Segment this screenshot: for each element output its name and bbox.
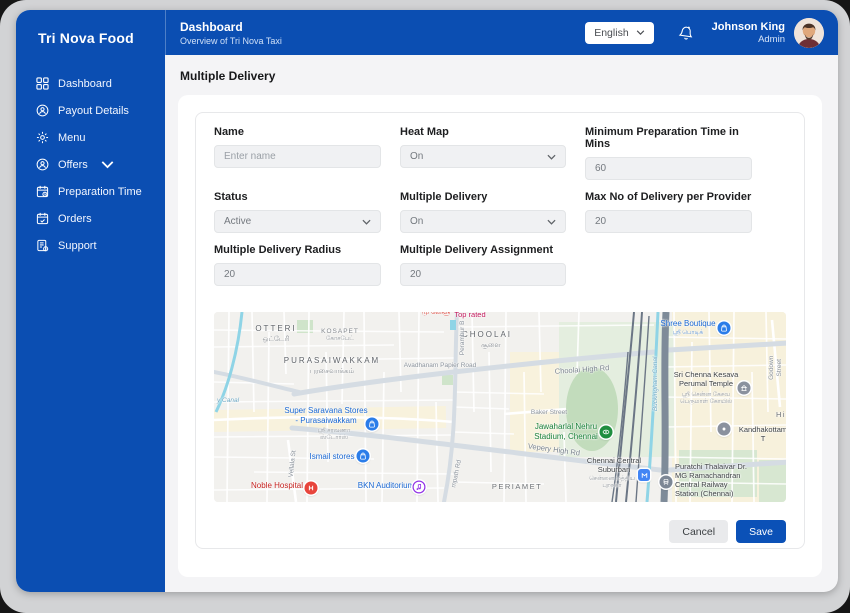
sidebar-item-orders[interactable]: Orders: [16, 205, 165, 232]
form-actions: Cancel Save: [214, 520, 786, 543]
sidebar-item-preparation-time[interactable]: Preparation Time: [16, 178, 165, 205]
poi-dot-icon[interactable]: [717, 422, 731, 436]
max-delivery-label: Max No of Delivery per Provider: [585, 191, 752, 203]
avatar-image: [794, 17, 824, 48]
chevron-down-icon: [362, 219, 371, 225]
metro-icon[interactable]: [638, 469, 650, 481]
language-label: English: [594, 26, 629, 39]
name-label: Name: [214, 126, 244, 138]
music-note-icon[interactable]: [412, 480, 426, 494]
dashboard-icon: [36, 77, 49, 90]
sidebar-item-payout-details[interactable]: Payout Details: [16, 97, 165, 124]
stadium-icon[interactable]: [599, 425, 613, 439]
sidebar-item-support[interactable]: Support: [16, 232, 165, 259]
window-frame: Tri Nova Food Dashboard Payout Details M…: [0, 0, 850, 613]
delivery-assignment-input[interactable]: [400, 263, 566, 286]
top-header: Dashboard Overview of Tri Nova Taxi Engl…: [165, 10, 838, 55]
train-icon[interactable]: [659, 475, 673, 489]
offers-icon: [36, 158, 49, 171]
delivery-radius-label: Multiple Delivery Radius: [214, 244, 342, 256]
user-role: Admin: [758, 33, 785, 45]
content-card: Name Heat Map On Min: [178, 95, 822, 577]
sidebar-item-label: Offers: [58, 158, 88, 171]
max-delivery-input[interactable]: [585, 210, 752, 233]
status-label: Status: [214, 191, 248, 203]
header-titles: Dashboard Overview of Tri Nova Taxi: [180, 20, 282, 46]
chevron-down-icon: [636, 30, 644, 35]
heat-map-label: Heat Map: [400, 126, 449, 138]
preparation-time-icon: [36, 185, 49, 198]
brand-title: Tri Nova Food: [38, 30, 134, 46]
status-select[interactable]: Active: [214, 210, 381, 233]
shopping-bag-icon[interactable]: [365, 417, 379, 431]
avatar[interactable]: [794, 17, 824, 48]
bell-icon: [678, 26, 692, 40]
multiple-delivery-label: Multiple Delivery: [400, 191, 488, 203]
sidebar-item-offers[interactable]: Offers: [16, 151, 165, 178]
support-icon: [37, 239, 49, 252]
save-button[interactable]: Save: [736, 520, 786, 543]
temple-icon[interactable]: [737, 381, 751, 395]
chevron-down-icon: [101, 161, 114, 169]
orders-icon: [36, 212, 49, 225]
cancel-button[interactable]: Cancel: [669, 520, 729, 543]
heat-map-select[interactable]: On: [400, 145, 566, 168]
min-prep-time-input[interactable]: [585, 157, 752, 180]
shopping-bag-icon[interactable]: [356, 449, 370, 463]
multiple-delivery-select[interactable]: On: [400, 210, 566, 233]
form-panel: Name Heat Map On Min: [195, 112, 805, 549]
map-base: [214, 312, 786, 502]
app-window: Tri Nova Food Dashboard Payout Details M…: [16, 10, 838, 592]
sidebar-item-label: Menu: [58, 131, 86, 144]
sidebar-item-label: Dashboard: [58, 77, 112, 90]
sidebar-item-label: Support: [58, 239, 97, 252]
sidebar: Tri Nova Food Dashboard Payout Details M…: [16, 10, 165, 592]
sidebar-item-menu[interactable]: Menu: [16, 124, 165, 151]
min-prep-time-label: Minimum Preparation Time in Mins: [585, 126, 739, 150]
language-selector[interactable]: English: [585, 21, 654, 44]
heat-map-value: On: [410, 151, 424, 162]
payout-details-icon: [36, 104, 49, 117]
main-area: Dashboard Overview of Tri Nova Taxi Engl…: [165, 10, 838, 592]
chevron-down-icon: [547, 154, 556, 160]
sidebar-item-label: Payout Details: [58, 104, 129, 117]
content-area: Multiple Delivery Name Heat Map On: [165, 55, 838, 592]
delivery-assignment-label: Multiple Delivery Assignment: [400, 244, 554, 256]
delivery-radius-input[interactable]: [214, 263, 381, 286]
sidebar-item-dashboard[interactable]: Dashboard: [16, 70, 165, 97]
form-grid: Name Heat Map On Min: [214, 126, 786, 286]
sidebar-item-label: Orders: [58, 212, 92, 225]
hospital-icon[interactable]: [304, 481, 318, 495]
map[interactable]: OTTERI ஒட்டேரி KOSAPET கோசபேட் PURASAIWAKKAM…: [214, 312, 786, 502]
notifications-button[interactable]: [678, 25, 694, 41]
status-value: Active: [224, 216, 252, 227]
chevron-down-icon: [547, 219, 556, 225]
user-name: Johnson King: [711, 20, 785, 33]
sidebar-item-label: Preparation Time: [58, 185, 142, 198]
user-info: Johnson King Admin: [712, 21, 785, 45]
shopping-bag-icon[interactable]: [717, 321, 731, 335]
menu-icon: [36, 131, 49, 144]
name-input[interactable]: [214, 145, 381, 168]
multiple-delivery-value: On: [410, 216, 424, 227]
header-title: Dashboard: [180, 19, 243, 34]
header-subtitle: Overview of Tri Nova Taxi: [180, 35, 282, 46]
page-title: Multiple Delivery: [180, 69, 276, 83]
